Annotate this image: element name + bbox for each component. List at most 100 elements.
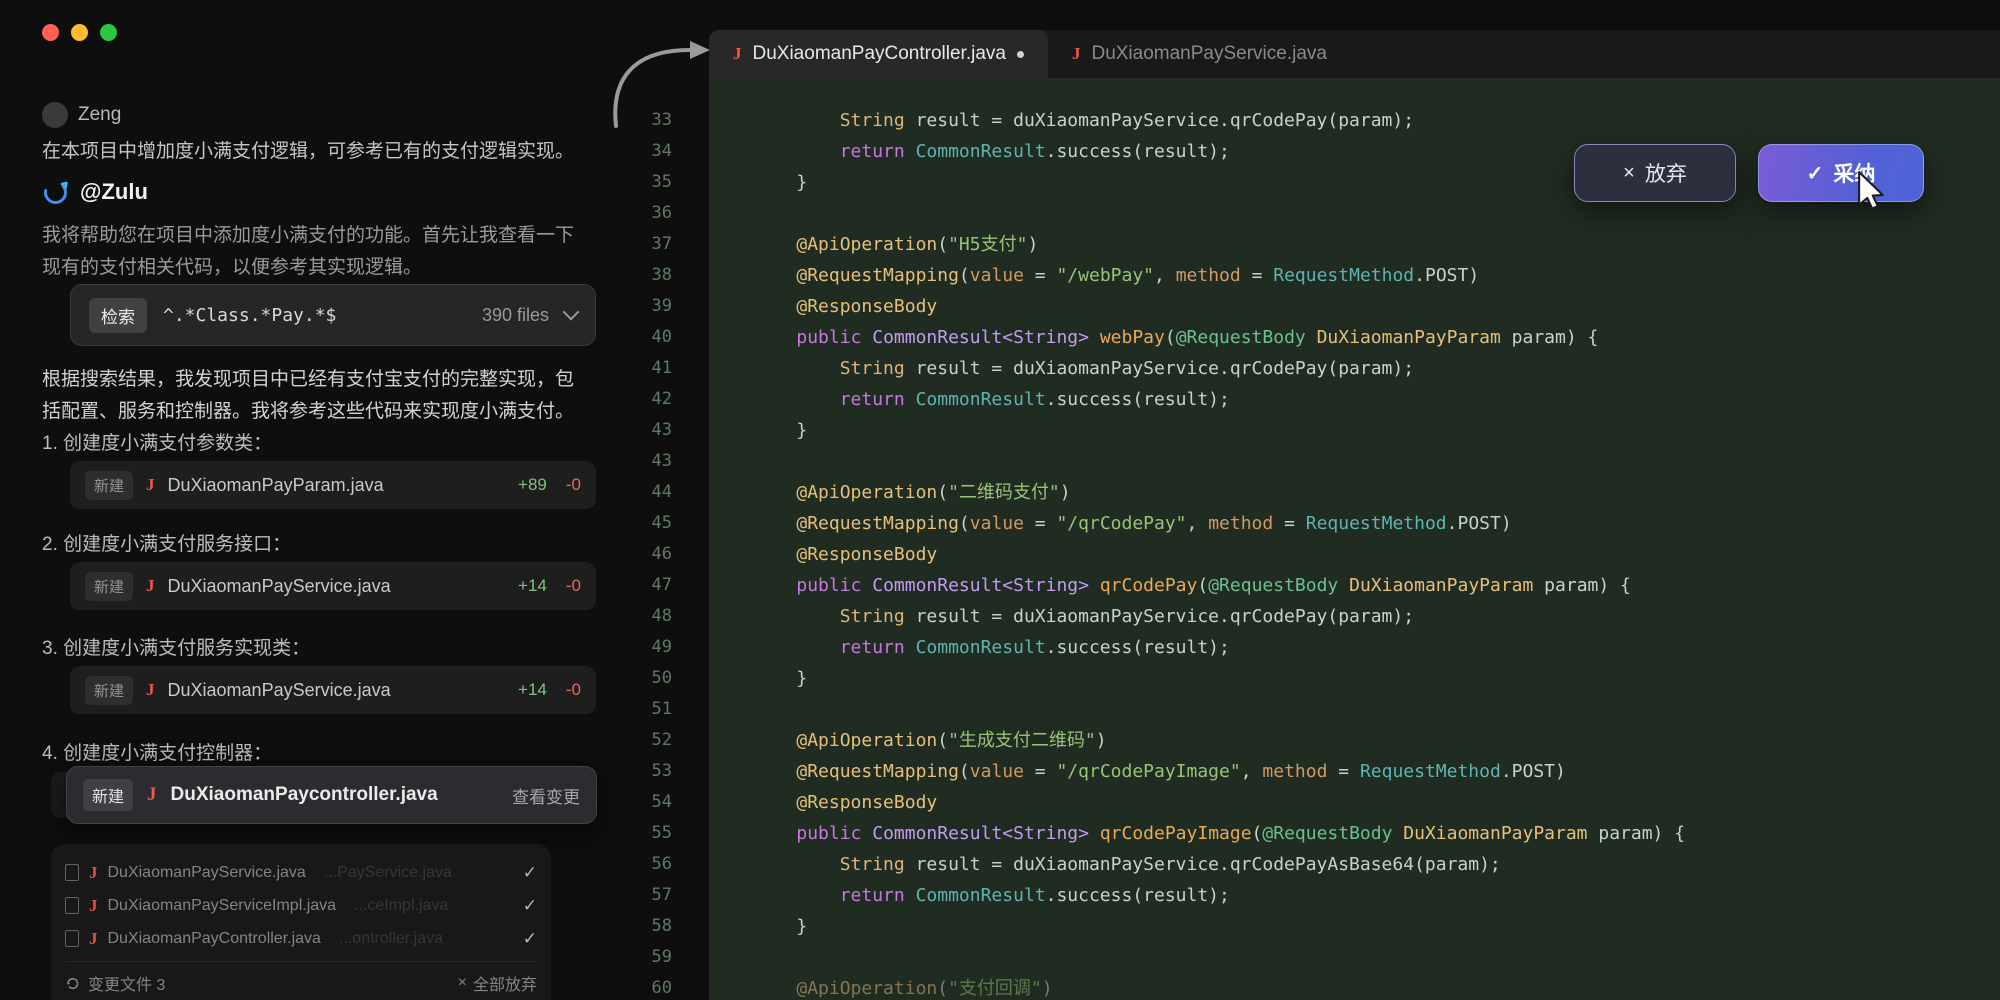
code-line: @ApiOperation("支付回调") — [753, 973, 2000, 1000]
line-number: 59 — [600, 942, 692, 973]
close-window-icon[interactable] — [42, 24, 59, 41]
file-name: DuXiaomanPayServiceImpl.java — [108, 897, 337, 915]
file-name: DuXiaomanPayController.java — [108, 930, 321, 948]
file-card[interactable]: 新建JDuXiaomanPayParam.java+89-0 — [70, 461, 596, 509]
file-card-elevated[interactable]: 新建 J DuXiaomanPaycontroller.java 查看变更 — [66, 766, 597, 824]
editor-tab[interactable]: JDuXiaomanPayController.java — [709, 30, 1048, 78]
line-number: 58 — [600, 911, 692, 942]
code-line: @RequestMapping(value = "/webPay", metho… — [753, 260, 2000, 291]
line-number: 41 — [600, 353, 692, 384]
changes-panel: J DuXiaomanPayService.java ...PayService.j… — [51, 844, 551, 1000]
code-line: String result = duXiaomanPayService.qrCo… — [753, 105, 2000, 136]
zoom-window-icon[interactable] — [100, 24, 117, 41]
code-line: public CommonResult<String> webPay(@Requ… — [753, 322, 2000, 353]
accept-button[interactable]: ✓ 采纳 — [1758, 144, 1924, 202]
discard-button[interactable]: × 放弃 — [1574, 144, 1736, 202]
check-icon[interactable]: ✓ — [523, 896, 537, 916]
search-label-chip: 检索 — [89, 298, 147, 333]
step-title: 2. 创建度小满支付服务接口： — [42, 531, 602, 559]
avatar — [42, 102, 68, 128]
search-result-count: 390 files — [482, 305, 549, 326]
code-lines: String result = duXiaomanPayService.qrCo… — [709, 78, 2000, 1000]
line-number: 36 — [600, 198, 692, 229]
line-number: 43 — [600, 415, 692, 446]
tabs: JDuXiaomanPayController.javaJDuXiaomanPa… — [709, 30, 1351, 78]
code-line: String result = duXiaomanPayService.qrCo… — [753, 601, 2000, 632]
mouse-cursor-icon — [1848, 168, 1886, 210]
step-title: 4. 创建度小满支付控制器： — [42, 740, 602, 768]
file-name: DuXiaomanPaycontroller.java — [171, 784, 498, 806]
code-line: @ApiOperation("生成支付二维码") — [753, 725, 2000, 756]
code-line: @ApiOperation("H5支付") — [753, 229, 2000, 260]
check-icon[interactable]: ✓ — [523, 929, 537, 949]
code-line: String result = duXiaomanPayService.qrCo… — [753, 849, 2000, 880]
lines-removed: -0 — [566, 576, 581, 596]
code-line: } — [753, 911, 2000, 942]
check-icon[interactable]: ✓ — [523, 863, 537, 883]
code-area[interactable]: String result = duXiaomanPayService.qrCo… — [709, 78, 2000, 1000]
java-file-icon: J — [147, 784, 157, 806]
code-line: String result = duXiaomanPayService.qrCo… — [753, 353, 2000, 384]
editor-tab[interactable]: JDuXiaomanPayService.java — [1048, 30, 1351, 78]
new-badge: 新建 — [85, 471, 133, 500]
check-icon: ✓ — [1807, 161, 1824, 186]
line-number: 40 — [600, 322, 692, 353]
line-number-gutter: 3334353637383940414243434445464748495051… — [600, 78, 692, 1000]
chevron-down-icon[interactable] — [563, 304, 580, 321]
line-number: 53 — [600, 756, 692, 787]
close-icon: × — [458, 974, 467, 992]
line-number: 39 — [600, 291, 692, 322]
java-file-icon: J — [1072, 44, 1081, 64]
assistant-header: @Zulu — [42, 176, 602, 208]
java-file-icon: J — [146, 680, 155, 700]
discard-all-button[interactable]: × 全部放弃 — [458, 971, 537, 995]
changed-files-count: 变更文件 3 — [88, 971, 165, 995]
line-number: 43 — [600, 446, 692, 477]
file-icon — [65, 864, 79, 881]
java-file-icon: J — [89, 929, 98, 949]
code-line — [753, 942, 2000, 973]
line-number: 34 — [600, 136, 692, 167]
line-number: 37 — [600, 229, 692, 260]
line-number: 56 — [600, 849, 692, 880]
file-name-ghost: ...ontroller.java — [339, 930, 513, 948]
lines-removed: -0 — [566, 475, 581, 495]
code-line: @ApiOperation("二维码支付") — [753, 477, 2000, 508]
code-line: public CommonResult<String> qrCodePayIma… — [753, 818, 2000, 849]
java-file-icon: J — [89, 863, 98, 883]
code-line: @ResponseBody — [753, 539, 2000, 570]
assistant-analysis: 根据搜索结果，我发现项目中已经有支付宝支付的完整实现，包括配置、服务和控制器。我… — [42, 364, 574, 428]
step-title: 1. 创建度小满支付参数类： — [42, 430, 602, 458]
java-file-icon: J — [146, 576, 155, 596]
line-number: 45 — [600, 508, 692, 539]
file-icon — [65, 930, 79, 947]
file-name-ghost: ...PayService.java — [324, 864, 513, 882]
search-query: ^.*Class.*Pay.*$ — [163, 305, 466, 326]
changed-file-row[interactable]: J DuXiaomanPayService.java ...PayService.j… — [65, 856, 537, 889]
code-line: @RequestMapping(value = "/qrCodePayImage… — [753, 756, 2000, 787]
tab-label: DuXiaomanPayController.java — [753, 43, 1006, 65]
line-number: 48 — [600, 601, 692, 632]
modified-dot-icon — [1017, 51, 1024, 58]
line-number: 35 — [600, 167, 692, 198]
search-card[interactable]: 检索 ^.*Class.*Pay.*$ 390 files — [70, 284, 596, 346]
line-number: 49 — [600, 632, 692, 663]
changed-file-row[interactable]: J DuXiaomanPayController.java ...ontroller… — [65, 922, 537, 955]
file-name: DuXiaomanPayService.java — [108, 864, 306, 882]
user-message: 在本项目中增加度小满支付逻辑，可参考已有的支付逻辑实现。 — [42, 138, 602, 166]
file-icon — [65, 897, 79, 914]
line-number: 51 — [600, 694, 692, 725]
line-number: 54 — [600, 787, 692, 818]
java-file-icon: J — [89, 896, 98, 916]
code-line — [753, 694, 2000, 725]
steps-list: 1. 创建度小满支付参数类：新建JDuXiaomanPayParam.java+… — [42, 430, 602, 768]
minimize-window-icon[interactable] — [71, 24, 88, 41]
line-number: 57 — [600, 880, 692, 911]
app-window: Zeng 在本项目中增加度小满支付逻辑，可参考已有的支付逻辑实现。 @Zulu … — [0, 0, 2000, 1000]
java-file-icon: J — [146, 475, 155, 495]
view-changes-link[interactable]: 查看变更 — [512, 783, 580, 808]
file-card[interactable]: 新建JDuXiaomanPayService.java+14-0 — [70, 666, 596, 714]
changed-file-row[interactable]: JDuXiaomanPayServiceImpl.java...ceImpl.j… — [65, 889, 537, 922]
line-number: 47 — [600, 570, 692, 601]
file-card[interactable]: 新建JDuXiaomanPayService.java+14-0 — [70, 562, 596, 610]
